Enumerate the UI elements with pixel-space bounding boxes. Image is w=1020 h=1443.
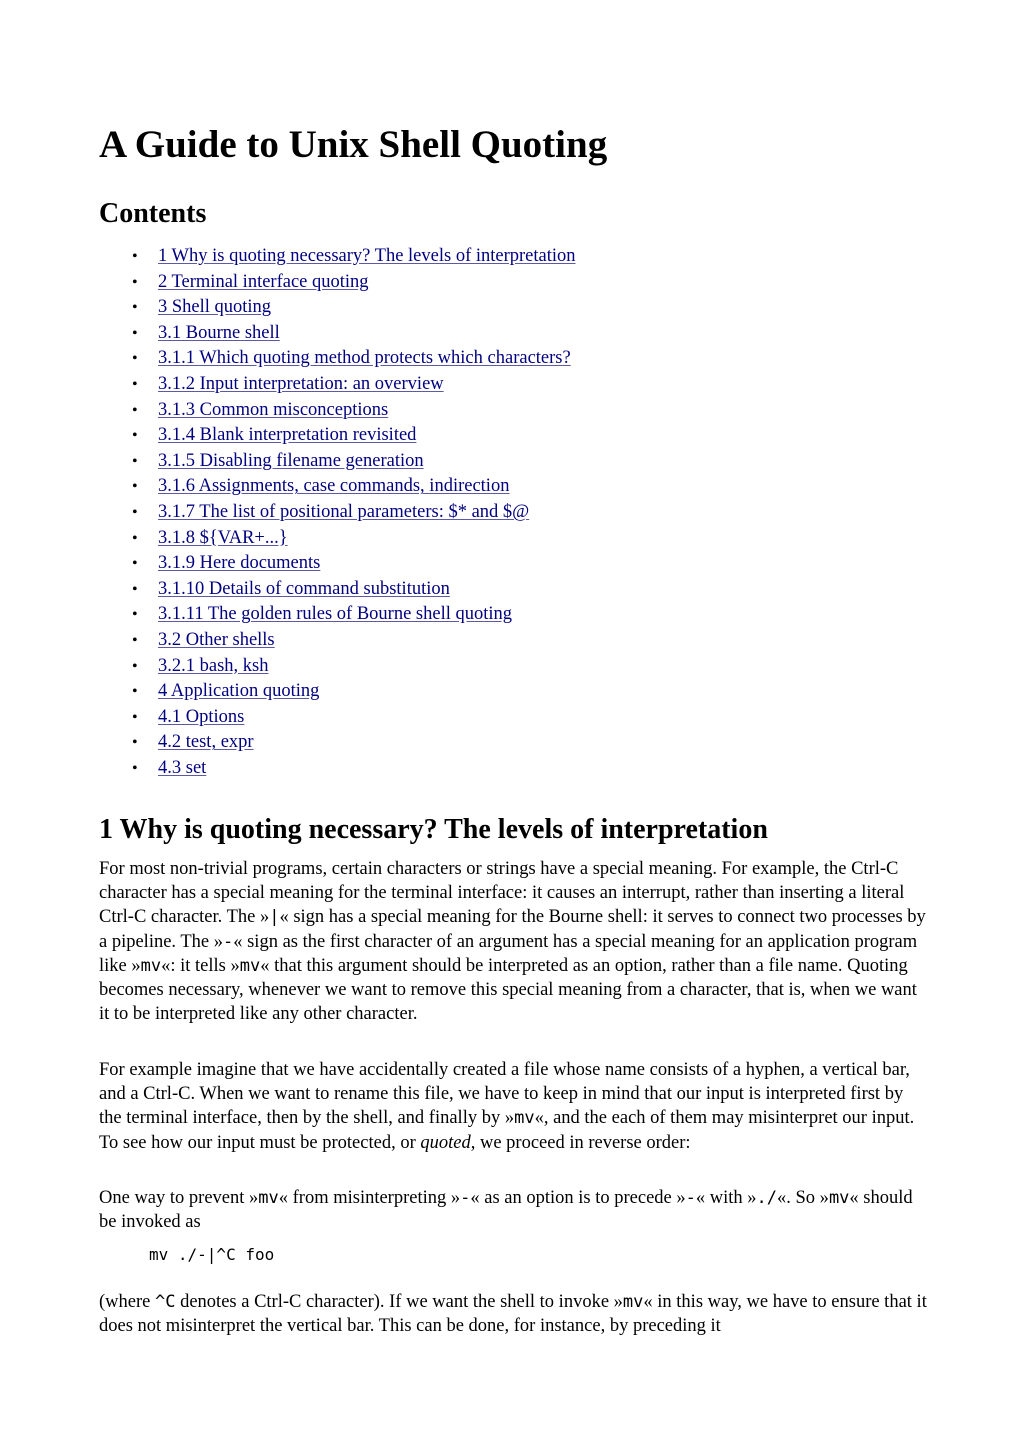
toc-item: • 3.1.7 The list of positional parameters… <box>99 500 576 526</box>
bullet-icon: • <box>132 529 138 547</box>
text: One way to prevent » <box>99 1188 259 1208</box>
toc-item: • 3.1.9 Here documents <box>99 551 576 577</box>
toc-item: • 3.1.8 ${VAR+...} <box>99 526 576 552</box>
toc-link[interactable]: 3.1.2 Input interpretation: an overview <box>158 374 444 394</box>
toc-item: • 4.3 set <box>99 756 576 782</box>
toc-item: • 3.1.10 Details of command substitution <box>99 577 576 603</box>
toc-item: • 3.2.1 bash, ksh <box>99 654 576 680</box>
toc-link[interactable]: 4.2 test, expr <box>158 732 254 752</box>
inline-code: mv <box>140 955 162 976</box>
toc-link[interactable]: 3.1.7 The list of positional parameters:… <box>158 502 529 522</box>
toc-item: • 3.1.4 Blank interpretation revisited <box>99 423 576 449</box>
bullet-icon: • <box>132 350 138 368</box>
inline-code: - <box>222 931 234 952</box>
bullet-icon: • <box>132 631 138 649</box>
toc-link[interactable]: 3.1.11 The golden rules of Bourne shell … <box>158 604 512 624</box>
toc-link[interactable]: 3.2.1 bash, ksh <box>158 656 269 676</box>
toc-link[interactable]: 3.1.4 Blank interpretation revisited <box>158 425 416 445</box>
toc-link[interactable]: 3.1.5 Disabling filename generation <box>158 451 424 471</box>
inline-code: mv <box>239 955 261 976</box>
inline-code: mv <box>622 1292 644 1312</box>
paragraph: One way to prevent »mv« from misinterpre… <box>99 1186 929 1234</box>
bullet-icon: • <box>132 273 138 291</box>
text: « with » <box>695 1188 757 1208</box>
toc-link[interactable]: 3.1.1 Which quoting method protects whic… <box>158 348 571 368</box>
toc-link[interactable]: 3.1.8 ${VAR+...} <box>158 528 288 548</box>
bullet-icon: • <box>132 324 138 342</box>
text: «. So » <box>777 1188 829 1208</box>
contents-heading: Contents <box>99 198 207 229</box>
text: « from misinterpreting » <box>278 1188 461 1208</box>
emphasis: quoted <box>420 1132 471 1153</box>
text: (where <box>99 1292 155 1312</box>
inline-code: mv <box>828 1188 850 1208</box>
toc-item: • 4 Application quoting <box>99 679 576 705</box>
bullet-icon: • <box>132 657 138 675</box>
toc-item: • 3.1.6 Assignments, case commands, indir… <box>99 474 576 500</box>
table-of-contents: • 1 Why is quoting necessary? The levels … <box>99 244 576 781</box>
toc-link[interactable]: 3.1.3 Common misconceptions <box>158 400 388 420</box>
bullet-icon: • <box>132 555 138 573</box>
bullet-icon: • <box>132 248 138 265</box>
bullet-icon: • <box>132 708 138 726</box>
toc-link[interactable]: 3.1.9 Here documents <box>158 553 320 573</box>
toc-link[interactable]: 4.1 Options <box>158 707 244 727</box>
bullet-icon: • <box>132 427 138 445</box>
text: , we proceed in reverse order: <box>470 1132 691 1153</box>
toc-link[interactable]: 3 Shell quoting <box>158 297 271 317</box>
bullet-icon: • <box>132 759 138 777</box>
bullet-icon: • <box>132 299 138 317</box>
page-title: A Guide to Unix Shell Quoting <box>99 123 608 166</box>
toc-item: • 3.1.2 Input interpretation: an overview <box>99 372 576 398</box>
bullet-icon: • <box>132 580 138 598</box>
bullet-icon: • <box>132 478 138 496</box>
toc-link[interactable]: 1 Why is quoting necessary? The levels o… <box>158 246 576 266</box>
bullet-icon: • <box>132 734 138 752</box>
toc-link[interactable]: 2 Terminal interface quoting <box>158 272 369 292</box>
bullet-icon: • <box>132 606 138 624</box>
toc-item: • 3.1.11 The golden rules of Bourne shell… <box>99 602 576 628</box>
toc-link[interactable]: 3.1.6 Assignments, case commands, indire… <box>158 476 509 496</box>
toc-link[interactable]: 3.1.10 Details of command substitution <box>158 579 450 599</box>
bullet-icon: • <box>132 452 138 470</box>
section-heading: 1 Why is quoting necessary? The levels o… <box>99 814 768 845</box>
toc-link[interactable]: 4.3 set <box>158 758 206 778</box>
toc-item: • 3.1.5 Disabling filename generation <box>99 449 576 475</box>
bullet-icon: • <box>132 503 138 521</box>
toc-link[interactable]: 3.2 Other shells <box>158 630 275 650</box>
paragraph: (where ^C denotes a Ctrl-C character). I… <box>99 1290 929 1338</box>
paragraph: For example imagine that we have acciden… <box>99 1058 929 1155</box>
text: «: it tells » <box>161 955 240 976</box>
toc-item: • 3.1 Bourne shell <box>99 321 576 347</box>
paragraph: For most non-trivial programs, certain c… <box>99 857 929 1026</box>
inline-code: | <box>269 907 280 928</box>
toc-item: • 3.1.3 Common misconceptions <box>99 398 576 424</box>
toc-item: • 1 Why is quoting necessary? The levels … <box>99 244 576 270</box>
toc-item: • 2 Terminal interface quoting <box>99 270 576 296</box>
toc-link[interactable]: 3.1 Bourne shell <box>158 323 280 343</box>
toc-link[interactable]: 4 Application quoting <box>158 681 319 701</box>
inline-code: mv <box>514 1108 535 1129</box>
inline-code: mv <box>258 1188 279 1208</box>
inline-code: ./ <box>756 1188 778 1208</box>
bullet-icon: • <box>132 683 138 701</box>
bullet-icon: • <box>132 375 138 393</box>
toc-item: • 4.2 test, expr <box>99 730 576 756</box>
code-block: mv ./-|^C foo <box>149 1245 275 1264</box>
text: denotes a Ctrl-C character). If we want … <box>175 1292 623 1312</box>
toc-item: • 3.2 Other shells <box>99 628 576 654</box>
inline-code: ^C <box>154 1292 176 1312</box>
inline-code: - <box>460 1188 471 1208</box>
inline-code: - <box>685 1188 696 1208</box>
toc-item: • 4.1 Options <box>99 705 576 731</box>
toc-item: • 3 Shell quoting <box>99 295 576 321</box>
text: « as an option is to precede » <box>470 1188 686 1208</box>
toc-item: • 3.1.1 Which quoting method protects whi… <box>99 346 576 372</box>
bullet-icon: • <box>132 401 138 419</box>
